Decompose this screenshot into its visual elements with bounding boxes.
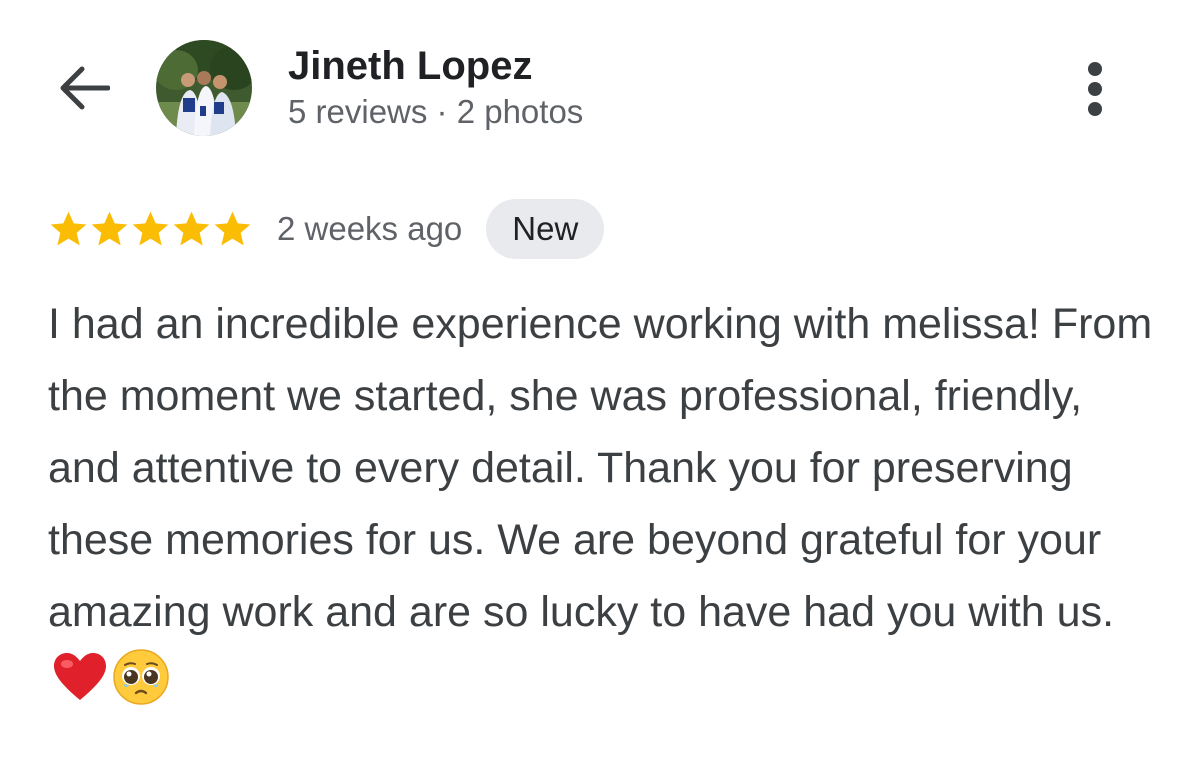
new-badge: New (486, 199, 605, 259)
arrow-back-icon (60, 66, 110, 110)
star-icon (173, 211, 210, 246)
reviewer-name[interactable]: Jineth Lopez (288, 42, 532, 90)
reviewer-meta: 5 reviews · 2 photos (288, 93, 584, 130)
avatar[interactable] (156, 40, 252, 136)
star-icon (91, 211, 128, 246)
review-header: Jineth Lopez 5 reviews · 2 photos (0, 0, 1179, 160)
rating-row: 2 weeks ago New (48, 198, 605, 260)
back-button[interactable] (52, 56, 116, 120)
review-text: I had an incredible experience working w… (48, 288, 1158, 728)
more-options-button[interactable] (1070, 56, 1120, 122)
star-icon (214, 211, 251, 246)
review-time: 2 weeks ago (277, 210, 463, 247)
heart-emoji-icon (52, 651, 108, 725)
star-rating (48, 209, 253, 249)
reviewer-photo (156, 40, 252, 136)
pleading-face-emoji-icon (112, 648, 170, 728)
more-vert-icon (1088, 62, 1102, 116)
review-body: I had an incredible experience working w… (48, 300, 1153, 636)
star-icon (50, 211, 87, 246)
star-icon (132, 211, 169, 246)
